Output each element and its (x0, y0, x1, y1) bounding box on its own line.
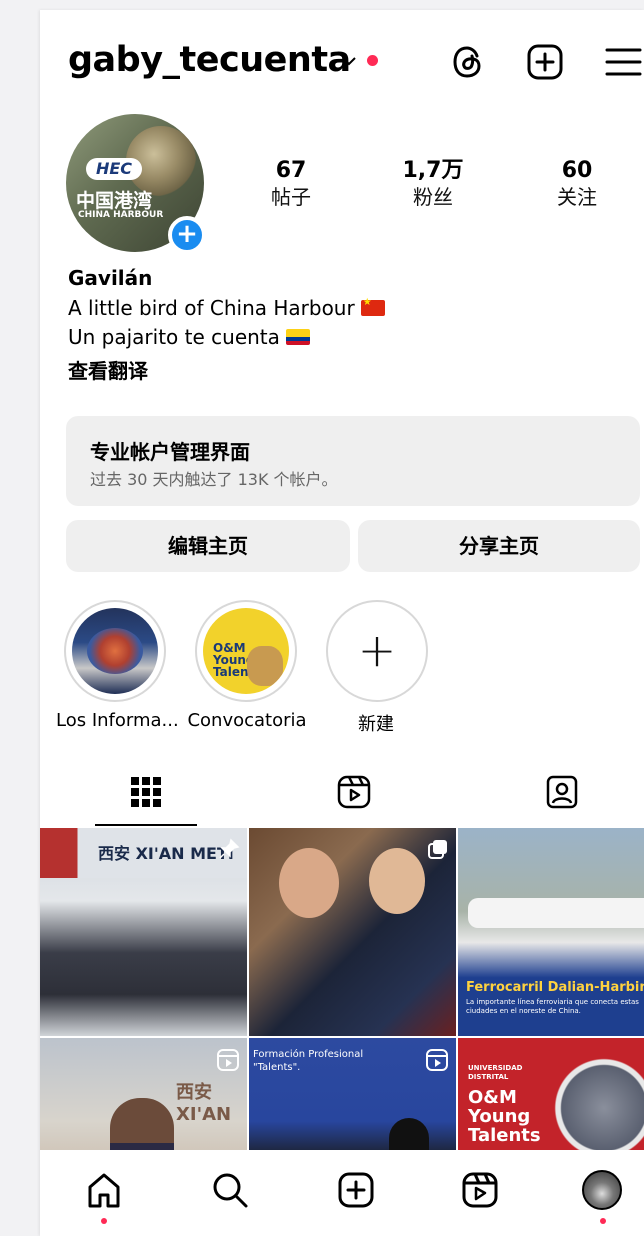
chevron-down-icon[interactable] (340, 54, 358, 68)
create-icon[interactable] (336, 1170, 376, 1210)
notification-dot (367, 55, 378, 66)
reel-indicator-icon (426, 1049, 448, 1071)
stat-posts-value: 67 (275, 158, 307, 183)
stat-following-value: 60 (561, 158, 593, 183)
stat-posts-label: 帖子 (271, 185, 311, 209)
tagged-tab-icon[interactable] (544, 774, 580, 810)
stat-followers-label: 粉丝 (413, 185, 453, 209)
stat-followers[interactable]: 1,7万 粉丝 (378, 158, 488, 210)
colombia-flag-icon (285, 329, 310, 345)
bio-line-1: A little bird of China Harbour (68, 296, 385, 320)
pin-icon (219, 838, 240, 859)
dashboard-subtitle: 过去 30 天内触达了 13K 个帐户。 (90, 470, 338, 489)
company-logo-cn: 中国港湾 (76, 190, 153, 212)
bio-line-2-text: Un pajarito te cuenta (68, 325, 280, 349)
highlight-label-new: 新建 (358, 714, 394, 735)
post-4-sign: 西安 XI'AN (176, 1082, 232, 1125)
search-icon[interactable] (210, 1170, 250, 1210)
post-tile-2[interactable] (249, 828, 456, 1036)
post-tile-3[interactable]: Ferrocarril Dalian-Harbin La importante … (458, 828, 644, 1036)
company-logo-en: CHINA HARBOUR (78, 210, 164, 220)
profile-notification-dot (600, 1218, 606, 1224)
post-1-sign: 西安 XI'AN METI (98, 844, 234, 863)
stat-following-label: 关注 (557, 185, 597, 209)
bio-line-2: Un pajarito te cuenta (68, 325, 310, 349)
carousel-icon (428, 840, 447, 859)
home-icon[interactable] (84, 1170, 124, 1210)
post-3-title: Ferrocarril Dalian-Harbin (466, 980, 644, 995)
reel-indicator-icon (217, 1049, 239, 1071)
edit-profile-button[interactable]: 编辑主页 (66, 520, 350, 572)
create-post-icon[interactable] (525, 42, 565, 82)
add-story-button[interactable]: + (168, 216, 206, 254)
post-tile-1[interactable]: 西安 XI'AN METI (40, 828, 247, 1036)
see-translation-link[interactable]: 查看翻译 (68, 355, 148, 384)
new-highlight-button[interactable]: + (326, 600, 428, 702)
bottom-nav (40, 1150, 644, 1236)
highlight-label-2: Convocatoria (187, 710, 307, 731)
china-flag-icon (360, 297, 385, 316)
active-tab-indicator (95, 824, 197, 826)
reels-tab-icon[interactable] (336, 774, 372, 810)
highlight-cover-2: O&M Young Talents (203, 608, 289, 694)
post-5-text: Formación Profesional "Talents". (253, 1049, 364, 1073)
stat-following[interactable]: 60 关注 (522, 158, 632, 210)
home-notification-dot (101, 1218, 107, 1224)
profile-screen: gaby_tecuenta HEC 中国港湾 CHINA HARBOUR + 6… (40, 10, 644, 1236)
display-name: Gavilán (68, 266, 153, 290)
stat-followers-value: 1,7万 (402, 158, 464, 183)
bio-line-1-text: A little bird of China Harbour (68, 296, 355, 320)
post-6-top: UNIVERSIDAD DISTRITAL (468, 1064, 523, 1081)
company-logo-badge: HEC (86, 158, 142, 180)
post-3-subtitle: La importante línea ferroviaria que cone… (466, 998, 639, 1015)
menu-icon[interactable] (602, 42, 642, 82)
highlight-cover-1 (72, 608, 158, 694)
threads-icon[interactable] (448, 42, 488, 82)
professional-dashboard[interactable]: 专业帐户管理界面 过去 30 天内触达了 13K 个帐户。 (66, 416, 640, 506)
stat-posts[interactable]: 67 帖子 (236, 158, 346, 210)
share-profile-button[interactable]: 分享主页 (358, 520, 640, 572)
highlight-label-1: Los Informa... (56, 710, 179, 731)
highlight-convocatoria[interactable]: O&M Young Talents (195, 600, 297, 702)
dashboard-title: 专业帐户管理界面 (90, 440, 250, 464)
grid-tab-icon[interactable] (128, 774, 164, 810)
post-6-title: O&M Young Talents (468, 1087, 541, 1146)
profile-tab-avatar[interactable] (582, 1170, 622, 1210)
highlight-los-informa[interactable] (64, 600, 166, 702)
reels-icon[interactable] (460, 1170, 500, 1210)
username-switcher[interactable]: gaby_tecuenta (68, 40, 351, 80)
